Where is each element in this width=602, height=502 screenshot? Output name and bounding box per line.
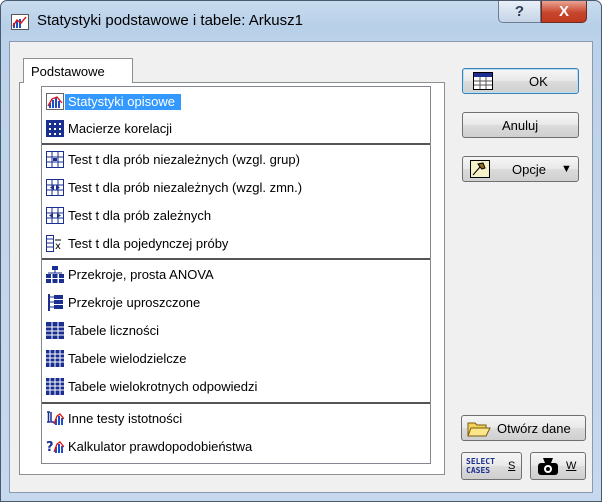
breakdown-anova-icon	[46, 266, 64, 283]
select-cases-key: S	[508, 460, 516, 472]
list-separator	[42, 143, 430, 145]
t-test-dependent-icon	[46, 207, 64, 224]
cancel-label: Anuluj	[502, 118, 539, 133]
window-title: Statystyki podstawowe i tabele: Arkusz1	[37, 12, 303, 29]
help-icon: ?	[514, 3, 525, 20]
dropdown-arrow-icon: ▼	[561, 163, 572, 175]
close-button[interactable]: X	[541, 1, 587, 23]
list-item-tabele-wielodzielcze[interactable]: Tabele wielodzielcze	[42, 347, 430, 370]
item-label: Test t dla prób niezależnych (wzgl. grup…	[68, 152, 300, 167]
open-data-label: Otwórz dane	[497, 421, 571, 436]
other-tests-icon	[47, 411, 64, 425]
crosstab-icon	[46, 350, 64, 367]
analysis-list[interactable]: Statystyki opisowe Macierze korelacji Te…	[41, 86, 431, 464]
cancel-button[interactable]: Anuluj	[462, 112, 579, 138]
list-item-inne-testy[interactable]: Inne testy istotności	[42, 407, 430, 430]
list-item-test-t-grup[interactable]: Test t dla prób niezależnych (wzgl. grup…	[42, 148, 430, 171]
frequency-table-icon	[46, 322, 64, 339]
item-label: Kalkulator prawdopodobieństwa	[68, 439, 253, 454]
title-bar[interactable]: Statystyki podstawowe i tabele: Arkusz1 …	[1, 1, 601, 41]
item-label: Tabele liczności	[68, 323, 160, 338]
select-line: SELECT	[466, 457, 495, 466]
t-test-single-icon: x	[46, 235, 61, 252]
item-label: Przekroje uproszczone	[68, 295, 201, 310]
select-cases-button[interactable]: SELECT CASES S	[461, 452, 522, 480]
options-icon	[470, 160, 490, 178]
item-label: Test t dla prób niezależnych (wzgl. zmn.…	[68, 180, 303, 195]
item-label: Test t dla pojedynczej próby	[68, 236, 229, 251]
correlation-matrix-icon	[46, 120, 64, 137]
list-item-macierze-korelacji[interactable]: Macierze korelacji	[42, 117, 430, 140]
options-label: Opcje	[512, 162, 546, 177]
list-item-tabele-wielokrotnych[interactable]: Tabele wielokrotnych odpowiedzi	[42, 375, 430, 398]
weight-button[interactable]: W	[530, 452, 586, 480]
svg-text:x: x	[55, 241, 61, 252]
multiple-response-icon	[46, 378, 64, 395]
item-label: Macierze korelacji	[68, 121, 173, 136]
item-label: Przekroje, prosta ANOVA	[68, 267, 214, 282]
item-label: Inne testy istotności	[68, 411, 183, 426]
list-separator	[42, 258, 430, 260]
ok-table-icon	[473, 72, 493, 90]
ok-button[interactable]: OK	[462, 68, 579, 94]
breakdown-simple-icon	[48, 294, 63, 311]
list-item-kalkulator[interactable]: ? Kalkulator prawdopodobieństwa	[42, 435, 430, 458]
list-separator	[42, 402, 430, 404]
select-cases-icon: SELECT CASES	[466, 457, 495, 475]
item-label: Test t dla prób zależnych	[68, 208, 212, 223]
item-label: Tabele wielokrotnych odpowiedzi	[68, 379, 258, 394]
close-icon: X	[558, 3, 569, 20]
weight-icon	[538, 458, 558, 475]
list-item-test-t-pojedynczej[interactable]: x Test t dla pojedynczej próby	[42, 232, 430, 255]
list-item-test-t-zmn[interactable]: Test t dla prób niezależnych (wzgl. zmn.…	[42, 176, 430, 199]
list-item-przekroje-anova[interactable]: Przekroje, prosta ANOVA	[42, 263, 430, 286]
cases-line: CASES	[466, 466, 491, 475]
list-item-test-t-zaleznych[interactable]: Test t dla prób zależnych	[42, 204, 430, 227]
descriptive-stats-icon	[46, 93, 64, 110]
open-data-button[interactable]: Otwórz dane	[461, 415, 586, 441]
item-label: Statystyki opisowe	[65, 94, 181, 110]
list-item-przekroje-uproszczone[interactable]: Przekroje uproszczone	[42, 291, 430, 314]
item-label: Tabele wielodzielcze	[68, 351, 187, 366]
ok-label: OK	[529, 74, 548, 89]
t-test-variables-icon	[46, 179, 64, 196]
svg-text:?: ?	[46, 440, 54, 455]
t-test-groups-icon	[46, 151, 64, 168]
probability-calculator-icon: ?	[46, 440, 64, 455]
help-button[interactable]: ?	[498, 1, 541, 23]
tab-label: Podstawowe	[31, 64, 105, 79]
app-chart-icon	[11, 14, 29, 30]
tab-podstawowe[interactable]: Podstawowe	[23, 58, 133, 83]
options-button[interactable]: Opcje ▼	[462, 156, 579, 182]
weight-key: W	[566, 460, 577, 472]
list-item-tabele-licznosci[interactable]: Tabele liczności	[42, 319, 430, 342]
list-item-statystyki-opisowe[interactable]: Statystyki opisowe	[42, 90, 430, 113]
folder-open-icon	[467, 422, 491, 437]
